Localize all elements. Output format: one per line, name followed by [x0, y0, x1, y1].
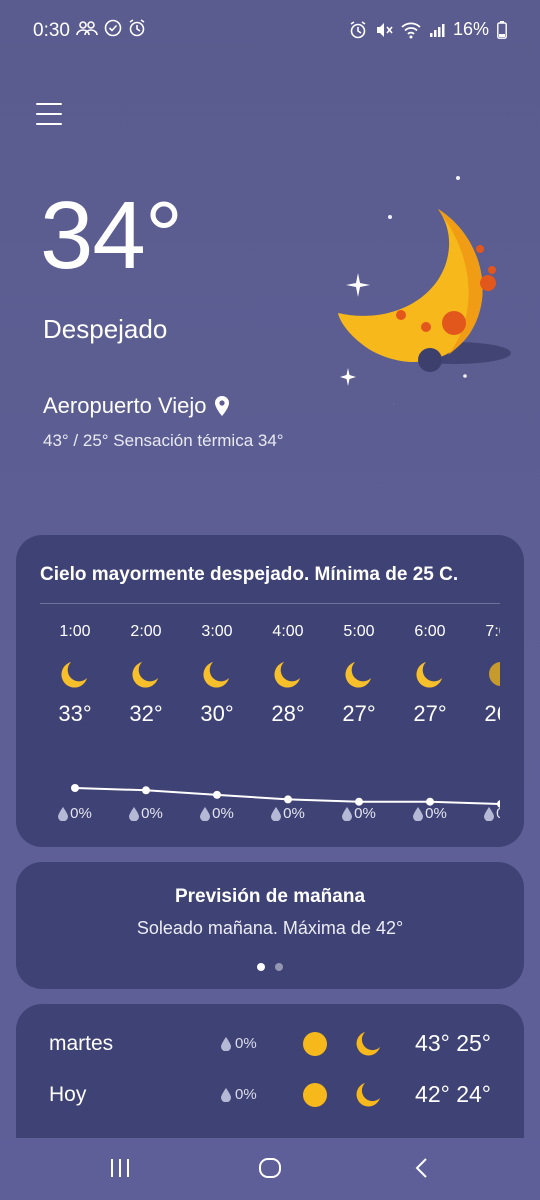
hour-precip: 0%: [111, 805, 181, 822]
moon-icon: [356, 1083, 380, 1107]
people-icon: [76, 21, 98, 36]
day-temps: 43° 25°: [415, 1030, 491, 1056]
alarm-icon: [129, 19, 145, 37]
hour-precip: 0%: [40, 805, 110, 822]
status-time: 0:30: [33, 20, 70, 41]
raindrop-icon: [221, 1087, 231, 1102]
hour-precip: 0%: [182, 805, 252, 822]
daily-row[interactable]: Hoy 0% 42° 24°: [16, 1075, 524, 1115]
trend-point: [213, 790, 221, 799]
hour-time: 7:00: [485, 623, 500, 640]
daily-forecast-card: martes 0% 43° 25° Hoy 0% 42° 24°: [16, 1004, 524, 1138]
status-bar: 0:30 16%: [0, 0, 540, 62]
moon-illustration: [338, 176, 511, 405]
hourly-item: 6:00 27°: [395, 623, 465, 727]
hour-precip: 0%: [466, 805, 500, 822]
day-precip-value: 0%: [235, 1035, 257, 1052]
raindrop-icon: [221, 1036, 231, 1051]
hour-time: 1:00: [59, 623, 91, 640]
hour-precip: 0%: [253, 805, 323, 822]
hourly-item: 1:00 33°: [40, 623, 110, 727]
navigation-bar: [0, 1138, 540, 1200]
day-precip-value: 0%: [235, 1086, 257, 1103]
moon-icon: [356, 1032, 380, 1056]
home-button[interactable]: [258, 1158, 282, 1178]
hour-time: 6:00: [414, 623, 446, 640]
hour-time: 5:00: [343, 623, 375, 640]
battery-icon: [497, 20, 507, 39]
hour-temp: 27°: [342, 701, 376, 726]
tomorrow-title: Previsión de mañana: [174, 886, 366, 907]
location-pin-icon: [214, 396, 229, 416]
moon-icon: [395, 659, 465, 691]
recent-apps-button[interactable]: [108, 1158, 132, 1178]
menu-icon-line: [36, 113, 62, 115]
hourly-strip[interactable]: 1:00 33° 0% 2:00 32° 0% 3:00 30° 0% 4:00 28° 0% 5:00…: [40, 623, 500, 833]
moon-icon: [253, 659, 323, 691]
mute-icon: [376, 22, 393, 37]
page-indicator: [16, 963, 524, 971]
wifi-icon: [401, 22, 421, 38]
trend-point: [284, 795, 292, 804]
hour-temp: 27°: [413, 701, 447, 726]
hourly-summary: Cielo mayormente despejado. Mínima de 25…: [40, 564, 459, 585]
alarm-icon: [350, 20, 366, 38]
moon-icon: [111, 659, 181, 691]
hourly-item: 7:00 26°: [466, 623, 500, 727]
back-button[interactable]: [412, 1158, 432, 1178]
moon-icon: [324, 659, 394, 691]
temperature-details: 43° / 25° Sensación térmica 34°: [43, 431, 284, 450]
daily-row[interactable]: martes 0% 43° 25°: [16, 1024, 524, 1064]
hour-temp: 30°: [200, 701, 234, 726]
hour-temp: 28°: [271, 701, 305, 726]
sun-icon: [303, 1083, 327, 1107]
hourly-item: 3:00 30°: [182, 623, 252, 727]
trend-point: [71, 784, 79, 792]
menu-icon-line: [36, 103, 62, 105]
hour-time: 3:00: [201, 623, 233, 640]
hourly-item: 2:00 32°: [111, 623, 181, 727]
hour-temp: 33°: [58, 701, 92, 726]
hourly-forecast-card[interactable]: Cielo mayormente despejado. Mínima de 25…: [16, 535, 524, 847]
focus-icon: [104, 19, 122, 37]
page-dot: [275, 963, 283, 971]
signal-icon: [429, 23, 445, 37]
current-condition: Despejado: [43, 314, 168, 344]
moon-icon: [182, 659, 252, 691]
sun-icon: [303, 1032, 327, 1056]
current-temperature: 34°: [40, 182, 183, 289]
menu-button[interactable]: [36, 103, 62, 127]
moon-icon: [40, 659, 110, 691]
hour-temp: 26°: [484, 701, 500, 726]
trend-point: [142, 786, 150, 795]
day-temps: 42° 24°: [415, 1081, 491, 1107]
page-dot-active: [257, 963, 265, 971]
hour-temp: 32°: [129, 701, 163, 726]
sun-moon-icon: [466, 659, 500, 691]
day-precip: 0%: [221, 1035, 257, 1052]
status-system-icons: 16%: [349, 19, 507, 40]
hour-precip: 0%: [395, 805, 465, 822]
hour-precip: 0%: [324, 805, 394, 822]
location-name: Aeropuerto Viejo: [43, 393, 207, 418]
tomorrow-text: Soleado mañana. Máxima de 42°: [136, 918, 404, 938]
day-name: martes: [49, 1032, 114, 1055]
location-button[interactable]: Aeropuerto Viejo: [43, 393, 231, 419]
menu-icon-line: [36, 123, 62, 125]
divider: [40, 603, 500, 604]
hour-time: 2:00: [130, 623, 162, 640]
tomorrow-forecast-card[interactable]: Previsión de mañana Soleado mañana. Máxi…: [16, 862, 524, 989]
hourly-item: 4:00 28°: [253, 623, 323, 727]
battery-percent: 16%: [452, 19, 489, 39]
hour-time: 4:00: [272, 623, 304, 640]
status-notification-icons: [76, 19, 146, 37]
day-name: Hoy: [49, 1083, 87, 1106]
hourly-item: 5:00 27°: [324, 623, 394, 727]
day-precip: 0%: [221, 1086, 257, 1103]
